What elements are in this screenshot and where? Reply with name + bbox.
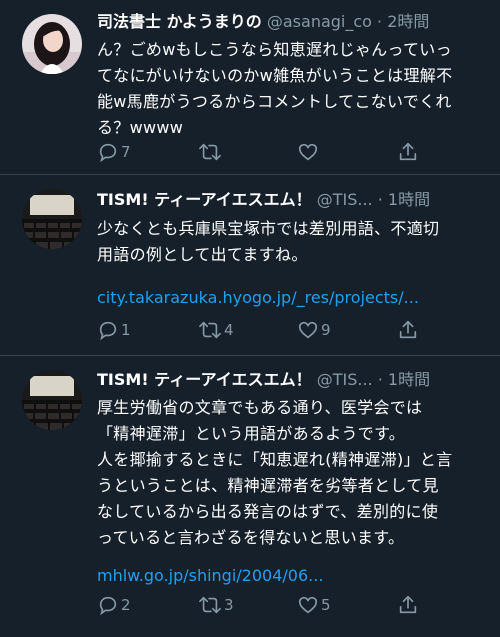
- reply-button[interactable]: 1: [97, 318, 131, 342]
- retweet-button[interactable]: [198, 140, 224, 164]
- retweet-count: 4: [224, 321, 234, 339]
- share-button[interactable]: [397, 318, 419, 342]
- share-icon: [397, 319, 419, 341]
- tweet-actions: 1 4 9: [97, 318, 427, 342]
- tweet-text: 少なくとも兵庫県宝塚市では差別用語、不適切 用語の例として出てますね。: [97, 219, 440, 264]
- tweet-header: TISM! ティーアイエスエム！ @TIS... · 1時間: [97, 368, 490, 392]
- tweet-3[interactable]: TISM! ティーアイエスエム！ @TIS... · 1時間 厚生労働省の文章で…: [0, 356, 500, 637]
- reply-icon: [97, 594, 119, 616]
- user-handle[interactable]: @TIS...: [317, 370, 373, 389]
- tweet-header: 司法書士 かようまりの @asanagi_co · 2時間: [97, 10, 490, 34]
- share-icon: [397, 141, 419, 163]
- avatar[interactable]: [22, 370, 82, 430]
- retweet-button[interactable]: 4: [198, 318, 234, 342]
- separator-dot: ·: [377, 190, 383, 209]
- tweet-text: 厚生労働省の文章でもある通り、医学会では 「精神遅滞」という用語があるようです。…: [97, 398, 453, 547]
- reply-count: 2: [121, 596, 131, 614]
- share-button[interactable]: [397, 140, 419, 164]
- heart-icon: [297, 141, 319, 163]
- tweet-actions: 7: [97, 140, 427, 164]
- display-name[interactable]: TISM! ティーアイエスエム！: [97, 190, 312, 209]
- share-icon: [397, 594, 419, 616]
- tweet-actions: 2 3 5: [97, 593, 427, 617]
- user-handle[interactable]: @asanagi_co: [267, 12, 372, 31]
- retweet-button[interactable]: 3: [198, 593, 234, 617]
- like-count: 9: [321, 321, 331, 339]
- like-button[interactable]: 9: [297, 318, 331, 342]
- retweet-icon: [198, 141, 222, 163]
- heart-icon: [297, 594, 319, 616]
- timestamp[interactable]: 2時間: [387, 12, 429, 31]
- retweet-icon: [198, 594, 222, 616]
- share-button[interactable]: [397, 593, 419, 617]
- display-name[interactable]: 司法書士 かようまりの: [97, 12, 262, 31]
- reply-icon: [97, 319, 119, 341]
- reply-button[interactable]: 2: [97, 593, 131, 617]
- reply-count: 7: [121, 143, 131, 161]
- like-count: 5: [321, 596, 331, 614]
- timestamp[interactable]: 1時間: [388, 190, 430, 209]
- timestamp[interactable]: 1時間: [388, 370, 430, 389]
- separator-dot: ·: [377, 370, 383, 389]
- tweet-2[interactable]: TISM! ティーアイエスエム！ @TIS... · 1時間 少なくとも兵庫県宝…: [0, 175, 500, 356]
- tweet-header: TISM! ティーアイエスエム！ @TIS... · 1時間: [97, 188, 490, 212]
- tweet-link[interactable]: city.takarazuka.hyogo.jp/_res/projects/.…: [97, 285, 419, 311]
- avatar[interactable]: [22, 14, 82, 74]
- like-button[interactable]: 5: [297, 593, 331, 617]
- retweet-icon: [198, 319, 222, 341]
- tweet-text: ん？ごめwもしこうなら知恵遅れじゃんっていっ てなにがいけないのかw雑魚がいうこ…: [97, 40, 453, 137]
- like-button[interactable]: [297, 140, 321, 164]
- reply-icon: [97, 141, 119, 163]
- display-name[interactable]: TISM! ティーアイエスエム！: [97, 370, 312, 389]
- retweet-count: 3: [224, 596, 234, 614]
- tweet-link[interactable]: mhlw.go.jp/shingi/2004/06...: [97, 563, 323, 589]
- reply-button[interactable]: 7: [97, 140, 131, 164]
- heart-icon: [297, 319, 319, 341]
- separator-dot: ·: [377, 12, 383, 31]
- user-handle[interactable]: @TIS...: [317, 190, 373, 209]
- tweet-1[interactable]: 司法書士 かようまりの @asanagi_co · 2時間 ん？ごめwもしこうな…: [0, 0, 500, 175]
- avatar[interactable]: [22, 189, 82, 249]
- reply-count: 1: [121, 321, 131, 339]
